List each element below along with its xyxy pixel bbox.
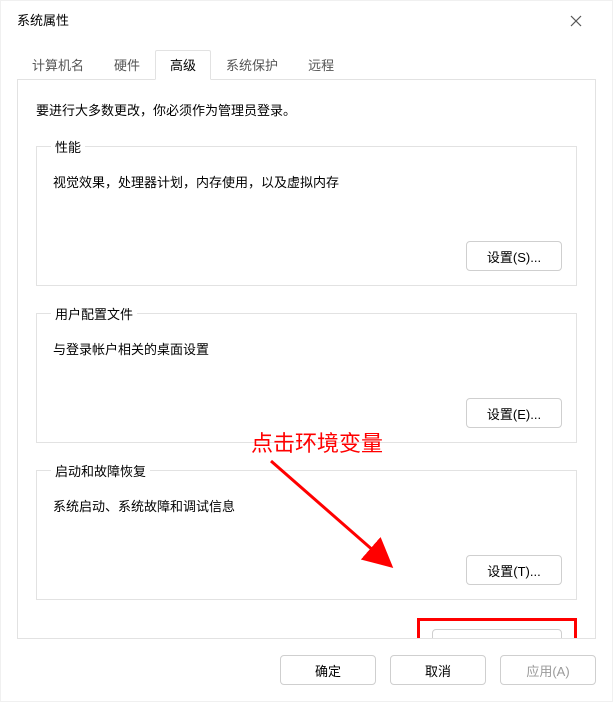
tab-system-protection[interactable]: 系统保护: [211, 50, 293, 80]
group-startup-recovery-desc: 系统启动、系统故障和调试信息: [53, 496, 562, 515]
group-user-profiles-title: 用户配置文件: [51, 304, 137, 323]
ok-button[interactable]: 确定: [280, 655, 376, 685]
user-profiles-settings-button[interactable]: 设置(E)...: [466, 398, 562, 428]
startup-recovery-settings-button[interactable]: 设置(T)...: [466, 555, 562, 585]
tab-hardware[interactable]: 硬件: [99, 50, 155, 80]
cancel-button[interactable]: 取消: [390, 655, 486, 685]
tab-remote[interactable]: 远程: [293, 50, 349, 80]
environment-variables-row: 环境变量(N)...: [36, 618, 577, 639]
admin-warning-text: 要进行大多数更改，你必须作为管理员登录。: [36, 100, 577, 119]
dialog-bottom-buttons: 确定 取消 应用(A): [280, 655, 596, 685]
group-performance-title: 性能: [51, 137, 85, 156]
content-area: 计算机名 硬件 高级 系统保护 远程 要进行大多数更改，你必须作为管理员登录。 …: [17, 49, 596, 641]
performance-settings-button[interactable]: 设置(S)...: [466, 241, 562, 271]
close-icon: [570, 15, 582, 27]
tab-strip: 计算机名 硬件 高级 系统保护 远程: [17, 49, 596, 79]
window-title: 系统属性: [17, 1, 69, 41]
apply-button[interactable]: 应用(A): [500, 655, 596, 685]
annotation-highlight-box: 环境变量(N)...: [417, 618, 577, 639]
group-startup-recovery: 启动和故障恢复 系统启动、系统故障和调试信息 设置(T)...: [36, 461, 577, 600]
environment-variables-button[interactable]: 环境变量(N)...: [432, 629, 562, 639]
system-properties-window: 系统属性 计算机名 硬件 高级 系统保护 远程 要进行大多数更改，你必须作为管理…: [0, 0, 613, 702]
tab-body-advanced: 要进行大多数更改，你必须作为管理员登录。 性能 视觉效果，处理器计划，内存使用，…: [17, 79, 596, 639]
close-button[interactable]: [556, 1, 596, 41]
titlebar: 系统属性: [1, 1, 612, 41]
group-performance-desc: 视觉效果，处理器计划，内存使用，以及虚拟内存: [53, 172, 562, 191]
tab-advanced[interactable]: 高级: [155, 50, 211, 80]
group-startup-recovery-title: 启动和故障恢复: [51, 461, 150, 480]
group-performance: 性能 视觉效果，处理器计划，内存使用，以及虚拟内存 设置(S)...: [36, 137, 577, 286]
group-user-profiles: 用户配置文件 与登录帐户相关的桌面设置 设置(E)...: [36, 304, 577, 443]
group-user-profiles-desc: 与登录帐户相关的桌面设置: [53, 339, 562, 358]
tab-computer-name[interactable]: 计算机名: [17, 50, 99, 80]
